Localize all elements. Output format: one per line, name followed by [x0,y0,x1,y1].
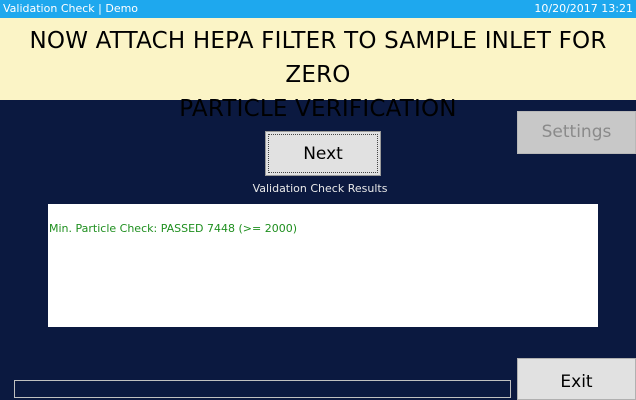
exit-button[interactable]: Exit [517,358,636,400]
validation-check-screen: Validation Check | Demo 10/20/2017 13:21… [0,0,636,400]
settings-button[interactable]: Settings [517,111,636,154]
instruction-banner: NOW ATTACH HEPA FILTER TO SAMPLE INLET F… [0,18,636,122]
result-line: Min. Particle Check: PASSED 7448 (>= 200… [49,222,298,235]
instruction-line-1: NOW ATTACH HEPA FILTER TO SAMPLE INLET F… [29,28,607,88]
results-box: Min. Particle Check: PASSED 7448 (>= 200… [48,204,598,327]
datetime-display: 10/20/2017 13:21 [534,2,633,15]
results-label: Validation Check Results [252,182,388,195]
title-bar: Validation Check | Demo 10/20/2017 13:21 [0,0,636,18]
window-title: Validation Check | Demo [3,2,139,15]
progress-bar [14,380,511,398]
next-button[interactable]: Next [265,131,381,176]
